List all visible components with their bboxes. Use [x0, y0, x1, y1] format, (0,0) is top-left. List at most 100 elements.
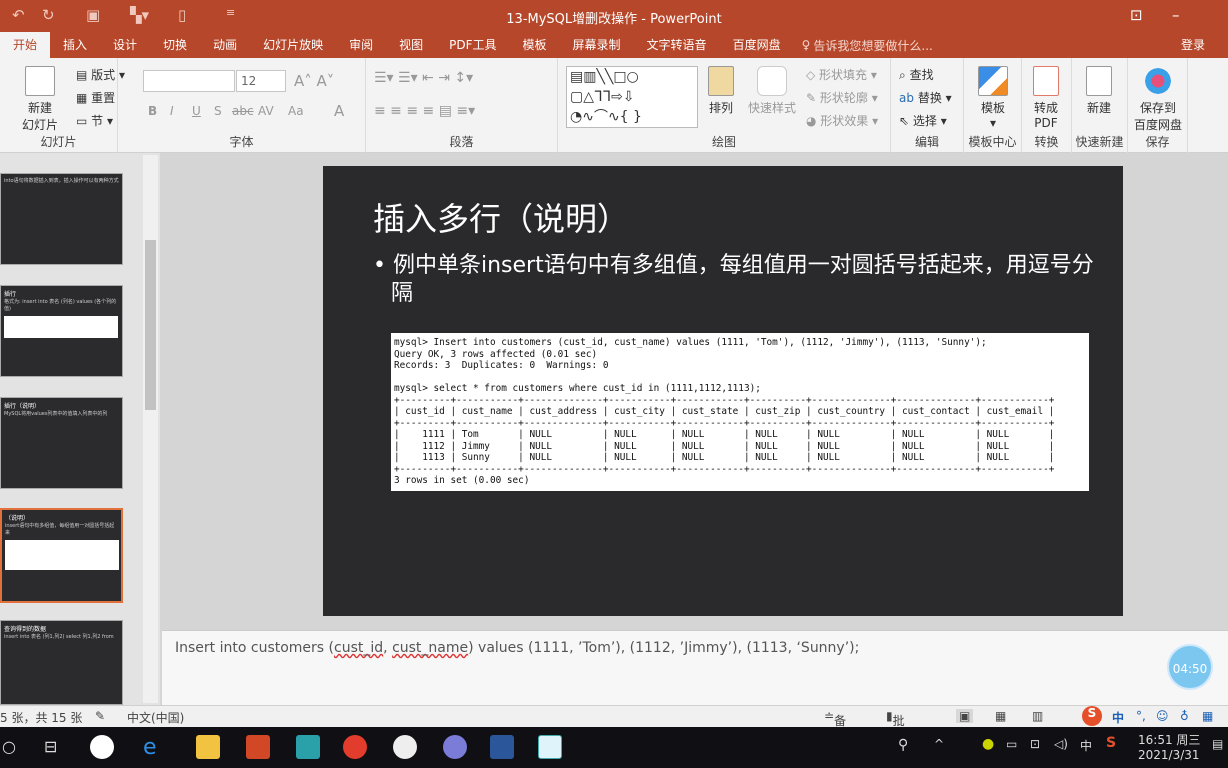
tab-view[interactable]: 视图	[386, 32, 436, 58]
tab-transitions[interactable]: 切换	[150, 32, 200, 58]
shape-outline-button[interactable]: ✎ 形状轮廓 ▾	[806, 89, 878, 106]
taskbar-time[interactable]: 16:51 周三	[1138, 731, 1200, 748]
italic-button[interactable]: I	[170, 104, 174, 118]
replace-button[interactable]: ab 替换 ▾	[899, 89, 952, 106]
shadow-button[interactable]: S	[214, 104, 222, 118]
normal-view-icon[interactable]: ▣	[956, 709, 974, 723]
search-icon[interactable]: ○	[2, 737, 16, 756]
login-link[interactable]: 登录	[1168, 32, 1218, 58]
tab-home[interactable]: 开始	[0, 32, 51, 58]
template-button[interactable]: 模板 ▾	[978, 66, 1008, 130]
reading-view-icon[interactable]: ▥	[1032, 709, 1043, 723]
chevron-up-icon[interactable]: ^	[934, 737, 944, 751]
tab-tts[interactable]: 文字转语音	[634, 32, 720, 58]
app-icon[interactable]	[343, 735, 367, 759]
thumbnail-scrollbar[interactable]	[143, 155, 158, 703]
slide-thumbnail[interactable]: 插行 格式为: insert into 表名 (列名) values (各个列的值…	[0, 285, 123, 377]
battery-icon[interactable]: ▭	[1006, 737, 1017, 751]
slide-thumbnail[interactable]: 查询得到的数据 insert into 表名 (列1,列2) select 列1,…	[0, 620, 123, 705]
change-case-button[interactable]: Aa	[288, 104, 304, 118]
slide-thumbnail[interactable]: into语句将数据插入到表，插入操作可以有两种方式	[0, 173, 123, 265]
word-icon[interactable]	[490, 735, 514, 759]
slide-sorter-icon[interactable]: ▦	[995, 709, 1006, 723]
reset-button[interactable]: ▦ 重置	[76, 89, 115, 106]
task-view-icon[interactable]: ⊟	[44, 737, 57, 756]
slide-title[interactable]: 插入多行（说明）	[373, 194, 629, 240]
app-icon[interactable]	[538, 735, 562, 759]
tell-me-search[interactable]: 告诉我您想要做什么...	[813, 37, 932, 54]
bold-button[interactable]: B	[148, 104, 157, 118]
ribbon-display-icon[interactable]: ⊡	[1130, 6, 1143, 24]
taskbar: ○ ⊟ e ⚲ ^ ● ▭ ⊡ ◁) 中 S 16:51 周三 2021/3/3…	[0, 727, 1228, 768]
tab-design[interactable]: 设计	[100, 32, 150, 58]
quick-styles-icon	[757, 66, 787, 96]
slide-thumbnail-selected[interactable]: （说明） insert语句中有多组值，每组值用一对圆括号括起来	[0, 508, 123, 603]
slide-thumbnail[interactable]: 插行（说明） MySQL将用values列表中的值填入列表中的列	[0, 397, 123, 489]
spellcheck-icon[interactable]: ✎	[95, 709, 105, 723]
scrollbar-thumb[interactable]	[145, 240, 156, 410]
arrange-button[interactable]: 排列	[708, 66, 734, 116]
notification-icon[interactable]: ▤	[1212, 737, 1223, 751]
minimize-icon[interactable]: –	[1172, 6, 1180, 24]
section-button[interactable]: ▭ 节 ▾	[76, 112, 113, 129]
app-icon[interactable]	[90, 735, 114, 759]
taskbar-date[interactable]: 2021/3/31	[1138, 748, 1200, 762]
convert-pdf-button[interactable]: 转成 PDF	[1033, 66, 1059, 130]
strikethrough-button[interactable]: abc	[232, 104, 254, 118]
char-spacing-button[interactable]: AV	[258, 104, 274, 118]
people-icon[interactable]: ⚲	[898, 737, 908, 753]
save-baidu-button[interactable]: 保存到 百度网盘	[1134, 66, 1182, 133]
taskbar-ime[interactable]: 中	[1080, 737, 1092, 754]
tab-pdf[interactable]: PDF工具	[436, 32, 509, 58]
comments-button[interactable]: ▮ 批注	[886, 709, 905, 745]
keyboard-icon[interactable]: ▦	[1202, 709, 1213, 723]
tray-app-icon[interactable]: ●	[982, 736, 994, 752]
tab-baidu[interactable]: 百度网盘	[720, 32, 794, 58]
slide-bullet[interactable]: • 例中单条insert语句中有多组值，每组值用一对圆括号括起来，用逗号分隔	[373, 252, 1103, 308]
font-name-input[interactable]	[143, 70, 235, 92]
find-button[interactable]: ⌕ 查找	[899, 66, 934, 83]
new-slide-icon	[25, 66, 55, 96]
notes-button[interactable]: ≐ 备注	[824, 709, 846, 745]
align-icons[interactable]: ≡ ≡ ≡ ≡ ▤ ≡▾	[374, 103, 475, 119]
terminal-screenshot[interactable]: mysql> Insert into customers (cust_id, c…	[391, 333, 1089, 491]
select-button[interactable]: ⇖ 选择 ▾	[899, 112, 947, 129]
emoji-icon[interactable]: ☺	[1156, 709, 1169, 723]
language[interactable]: 中文(中国)	[127, 709, 184, 726]
network-icon[interactable]: ⊡	[1030, 737, 1040, 751]
microphone-icon[interactable]: ♁	[1180, 709, 1189, 723]
quick-styles-button[interactable]: 快速样式	[748, 66, 796, 116]
tab-insert[interactable]: 插入	[50, 32, 100, 58]
tab-animations[interactable]: 动画	[200, 32, 250, 58]
shape-fill-button[interactable]: ◇ 形状填充 ▾	[806, 66, 877, 83]
tab-review[interactable]: 审阅	[336, 32, 386, 58]
ime-punct[interactable]: °,	[1136, 709, 1146, 723]
group-save: 保存到 百度网盘 保存	[1128, 58, 1188, 153]
volume-icon[interactable]: ◁)	[1054, 737, 1068, 751]
bullets-icon[interactable]: ☰▾ ☰▾ ⇤ ⇥ ↕▾	[374, 70, 473, 86]
tab-template[interactable]: 模板	[510, 32, 560, 58]
slide-canvas[interactable]: 插入多行（说明） • 例中单条insert语句中有多组值，每组值用一对圆括号括起…	[323, 166, 1123, 616]
app-icon[interactable]	[443, 735, 467, 759]
underline-button[interactable]: U	[192, 104, 201, 118]
ie-icon[interactable]: e	[143, 735, 167, 760]
slide-thumbnail-pane: into语句将数据插入到表，插入操作可以有两种方式 插行 格式为: insert …	[0, 153, 160, 705]
tab-screen-record[interactable]: 屏幕录制	[560, 32, 634, 58]
sogou-ime-icon[interactable]: S	[1082, 706, 1102, 726]
app-icon[interactable]	[393, 735, 417, 759]
group-paragraph: ☰▾ ☰▾ ⇤ ⇥ ↕▾ ≡ ≡ ≡ ≡ ▤ ≡▾ 段落	[366, 58, 558, 153]
tab-slideshow[interactable]: 幻灯片放映	[250, 32, 336, 58]
grow-font-icon[interactable]: A˄ A˅	[294, 72, 334, 90]
powerpoint-icon[interactable]	[246, 735, 270, 759]
new-slide-button[interactable]: 新建 幻灯片	[22, 66, 58, 133]
sogou-tray-icon[interactable]: S	[1106, 735, 1116, 751]
font-color-button[interactable]: A	[334, 102, 344, 120]
shape-effects-button[interactable]: ◕ 形状效果 ▾	[806, 112, 878, 129]
ime-mode[interactable]: 中	[1112, 709, 1124, 726]
file-explorer-icon[interactable]	[196, 735, 220, 759]
quick-new-button[interactable]: 新建	[1086, 66, 1112, 116]
shapes-gallery[interactable]: ▤▥╲╲□○ ▢△ᒣᒣ⇨⇩ ◔∿⌒∿{ }	[566, 66, 698, 128]
font-size-input[interactable]: 12	[236, 70, 286, 92]
app-icon[interactable]	[296, 735, 320, 759]
notes-pane[interactable]: Insert into customers (cust_id, cust_nam…	[162, 630, 1228, 705]
